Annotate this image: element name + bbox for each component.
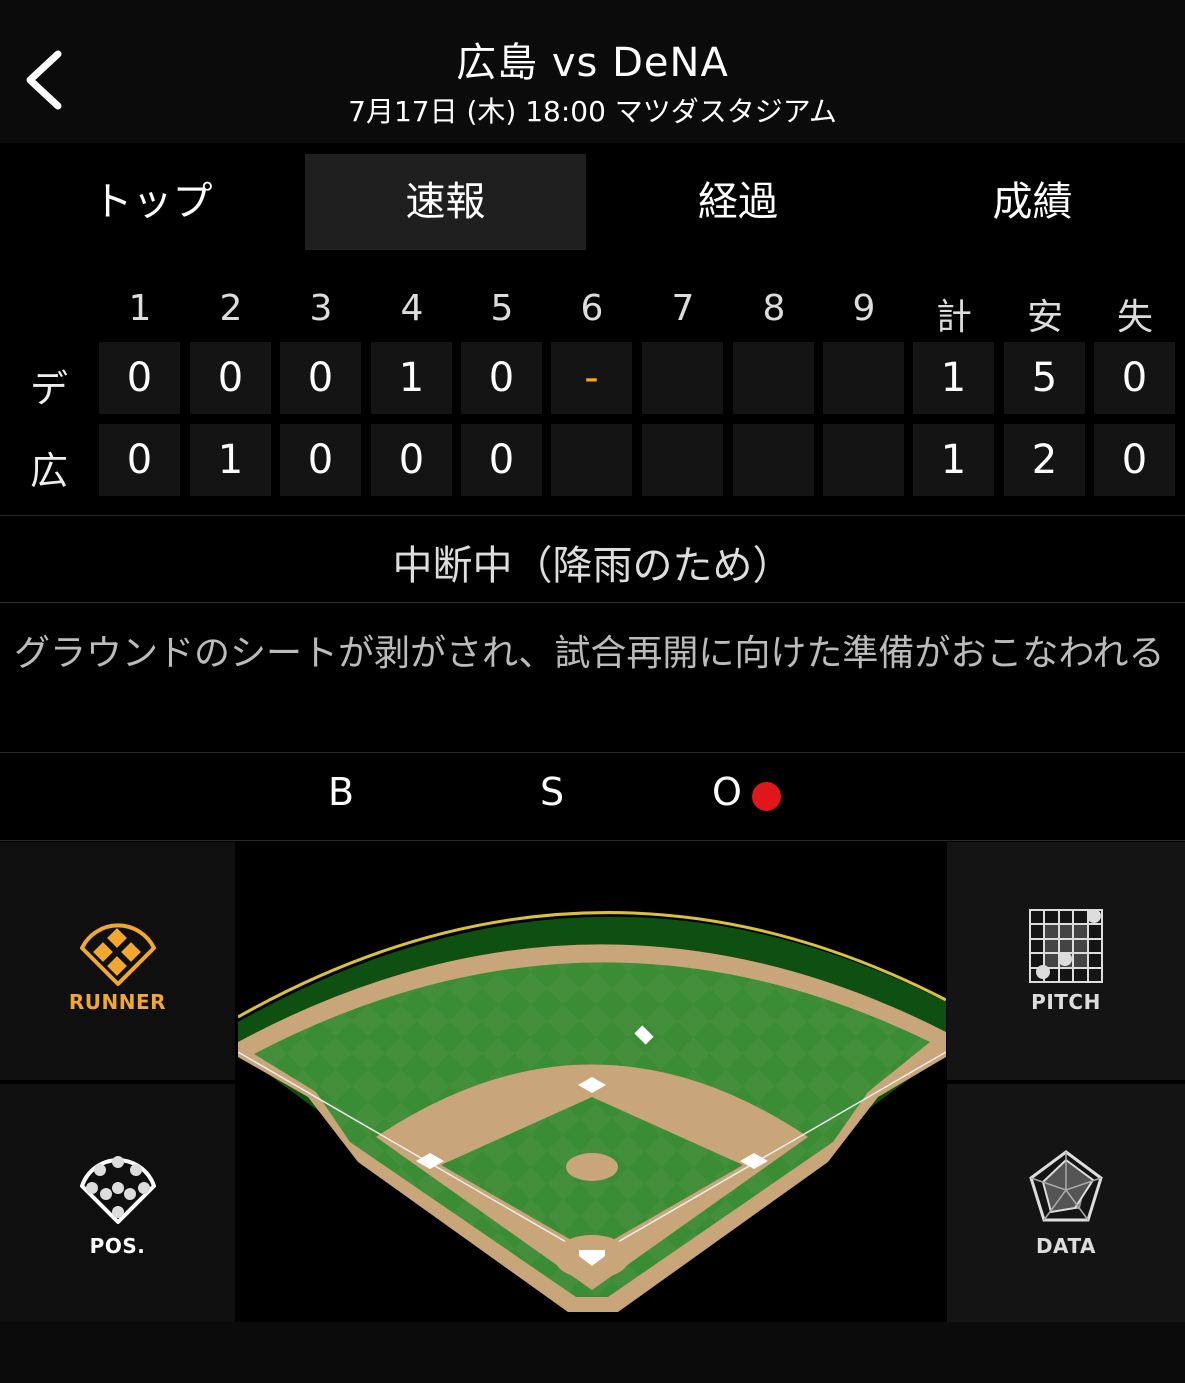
live-comment: グラウンドのシートが剥がされ、試合再開に向けた準備がおこなわれる: [14, 633, 1165, 674]
inning-header: 3: [309, 288, 333, 329]
inning-header: 1: [128, 288, 152, 329]
score-cell: 1: [190, 424, 271, 496]
positions-button[interactable]: POS.: [0, 1084, 235, 1322]
score-cell: [733, 424, 814, 496]
tab-bar: トップ 速報 経過 成績: [0, 154, 1185, 250]
page-title: 広島 vs DeNA: [456, 40, 729, 86]
divider: [0, 840, 1185, 841]
data-button[interactable]: DATA: [947, 1084, 1185, 1322]
game-status: 中断中（降雨のため）: [392, 543, 793, 589]
score-cell: [823, 342, 904, 414]
scoreboard: 123456789計安失 デ 広 00010-15001000120: [0, 270, 1185, 515]
score-cell: 2: [1004, 424, 1085, 496]
out-indicator: [752, 782, 781, 811]
score-cell: [642, 342, 723, 414]
score-cell: 0: [99, 342, 180, 414]
positions-label: POS.: [89, 1234, 146, 1258]
pitch-grid-icon: [1029, 909, 1103, 983]
pitch-label: PITCH: [1031, 990, 1101, 1014]
ball-count-label: B: [328, 770, 355, 814]
score-cell: [551, 424, 632, 496]
tab-top[interactable]: トップ: [0, 154, 305, 250]
score-cell: 0: [280, 342, 361, 414]
divider: [0, 752, 1185, 753]
score-cell: 1: [913, 342, 994, 414]
team-dena: デ: [29, 367, 68, 411]
runner-label: RUNNER: [68, 990, 167, 1014]
score-cell: 0: [1094, 424, 1175, 496]
radar-chart-icon: [1029, 1150, 1103, 1222]
score-cell: 0: [371, 424, 452, 496]
score-cell: [642, 424, 723, 496]
divider: [0, 602, 1185, 603]
inning-header: 5: [490, 288, 514, 329]
pitch-button[interactable]: PITCH: [947, 842, 1185, 1080]
inning-header: 4: [400, 288, 424, 329]
tab-progress[interactable]: 経過: [600, 154, 876, 250]
bottom-bar: [0, 1322, 1185, 1383]
score-cell: 0: [1094, 342, 1175, 414]
score-cell: 1: [913, 424, 994, 496]
inning-header: 7: [671, 288, 695, 329]
score-cell: 0: [461, 424, 542, 496]
inning-header: 9: [852, 288, 876, 329]
header-bar: 広島 vs DeNA 7月17日 (木) 18:00 マツダスタジアム: [0, 0, 1185, 143]
score-cell: 0: [461, 342, 542, 414]
score-cell: 5: [1004, 342, 1085, 414]
field-diagram: [237, 842, 947, 1322]
inning-header: 安: [1026, 297, 1063, 338]
game-info: 7月17日 (木) 18:00 マツダスタジアム: [348, 95, 837, 128]
tab-stats[interactable]: 成績: [890, 154, 1175, 250]
strike-count-label: S: [540, 770, 565, 814]
score-cell: [733, 342, 814, 414]
score-cell: 0: [99, 424, 180, 496]
out-count-label: O: [712, 770, 742, 814]
score-cell: 1: [371, 342, 452, 414]
score-cell: 0: [190, 342, 271, 414]
inning-header: 計: [935, 297, 972, 338]
divider: [0, 515, 1185, 516]
runner-button[interactable]: RUNNER: [0, 842, 235, 1080]
data-label: DATA: [1035, 1234, 1097, 1258]
inning-header: 2: [219, 288, 243, 329]
runner-diamond-icon: [80, 923, 156, 986]
inning-header: 8: [762, 288, 786, 329]
score-cell: -: [551, 342, 632, 414]
tab-live[interactable]: 速報: [305, 154, 586, 250]
team-hiroshima: 広: [29, 449, 68, 493]
inning-header: 6: [580, 288, 604, 329]
positions-icon: [80, 1156, 156, 1224]
score-cell: 0: [280, 424, 361, 496]
score-cell: [823, 424, 904, 496]
inning-header: 失: [1116, 297, 1153, 338]
